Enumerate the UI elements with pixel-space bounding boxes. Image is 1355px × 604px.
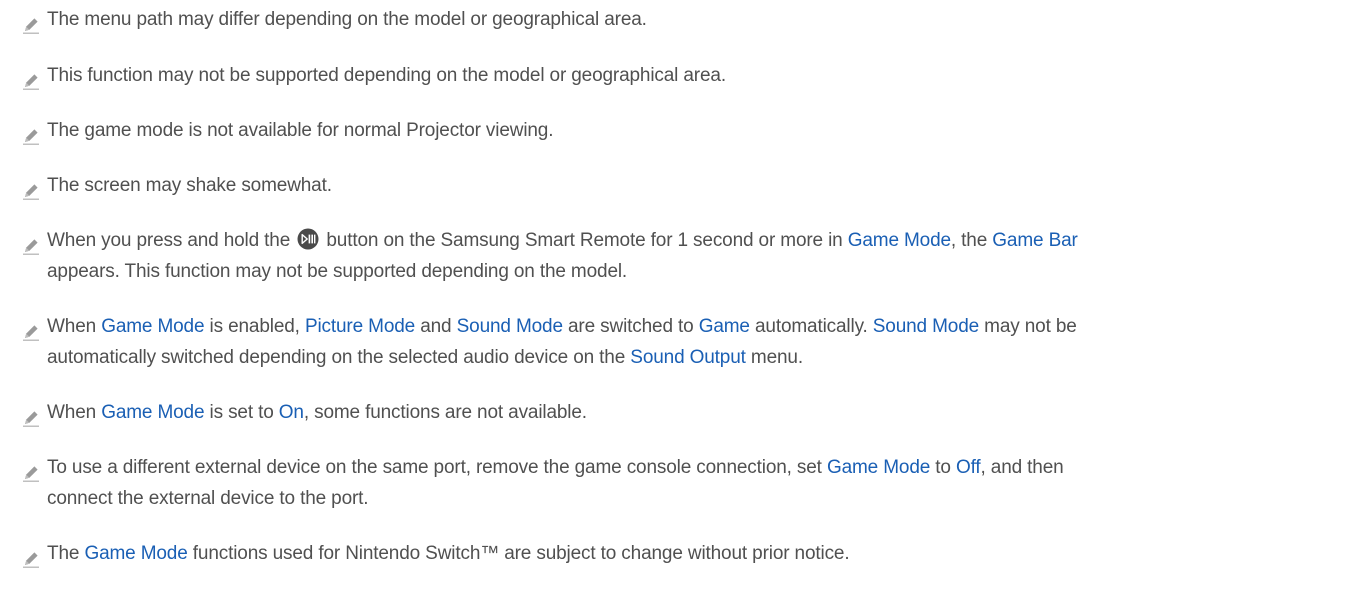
note-text: appears. This function may not be suppor… <box>47 261 628 282</box>
pencil-icon <box>23 129 39 145</box>
note-text: automatically switched depending on the … <box>47 342 1347 373</box>
text-segment: menu. <box>750 347 803 368</box>
text-segment: automatically. <box>754 316 868 337</box>
text-segment: , and then <box>980 457 1064 478</box>
note-text: When you press and hold the button on th… <box>47 225 1347 256</box>
note-text: The Game Mode functions used for Nintend… <box>47 538 1347 569</box>
text-segment: functions used for Nintendo Switch™ are … <box>192 543 850 564</box>
pencil-icon <box>23 552 39 568</box>
note-text: The menu path may differ depending on th… <box>47 9 647 30</box>
game-mode-link[interactable]: Game Mode <box>848 230 951 251</box>
pencil-icon <box>23 74 39 90</box>
picture-mode-link[interactable]: Picture Mode <box>305 316 415 337</box>
sound-mode-link[interactable]: Sound Mode <box>457 316 563 337</box>
text-segment: and <box>420 316 452 337</box>
sound-mode-link[interactable]: Sound Mode <box>873 316 979 337</box>
note-text: connect the external device to the port. <box>47 488 369 509</box>
pencil-icon <box>23 239 39 255</box>
text-segment: To use a different external device on th… <box>47 457 822 478</box>
pencil-icon <box>23 18 39 34</box>
text-segment: are switched to <box>568 316 694 337</box>
text-segment: , the <box>950 230 988 251</box>
game-mode-link[interactable]: Game Mode <box>101 402 204 423</box>
text-segment: button on the Samsung Smart Remote for 1… <box>326 230 843 251</box>
text-segment: When <box>47 402 97 423</box>
text-segment: , some functions are not available. <box>303 402 587 423</box>
pencil-icon <box>23 184 39 200</box>
note-text: To use a different external device on th… <box>47 452 1347 483</box>
pencil-icon <box>23 411 39 427</box>
text-segment: is enabled, <box>209 316 300 337</box>
text-segment: When you press and hold the <box>47 230 291 251</box>
sound-output-link[interactable]: Sound Output <box>630 347 746 368</box>
note-text: This function may not be supported depen… <box>47 65 726 86</box>
text-segment: When <box>47 316 97 337</box>
note-text: When Game Mode is enabled, Picture Mode … <box>47 311 1347 342</box>
game-mode-link[interactable]: Game Mode <box>84 543 187 564</box>
game-mode-link[interactable]: Game Mode <box>827 457 930 478</box>
text-segment: automatically switched depending on the … <box>47 347 626 368</box>
pencil-icon <box>23 466 39 482</box>
game-bar-link[interactable]: Game Bar <box>992 230 1078 251</box>
text-segment: may not be <box>984 316 1077 337</box>
pencil-icon <box>23 325 39 341</box>
text-segment: The <box>47 543 80 564</box>
note-text: The screen may shake somewhat. <box>47 175 332 196</box>
text-segment: to <box>935 457 951 478</box>
text-segment: is set to <box>209 402 274 423</box>
note-text: When Game Mode is set to On, some functi… <box>47 397 1347 428</box>
play-pause-button-icon <box>297 228 319 250</box>
off-option-link[interactable]: Off <box>956 457 981 478</box>
game-mode-link[interactable]: Game Mode <box>101 316 204 337</box>
game-link[interactable]: Game <box>699 316 750 337</box>
on-option-link[interactable]: On <box>279 402 304 423</box>
note-text: The game mode is not available for norma… <box>47 120 554 141</box>
